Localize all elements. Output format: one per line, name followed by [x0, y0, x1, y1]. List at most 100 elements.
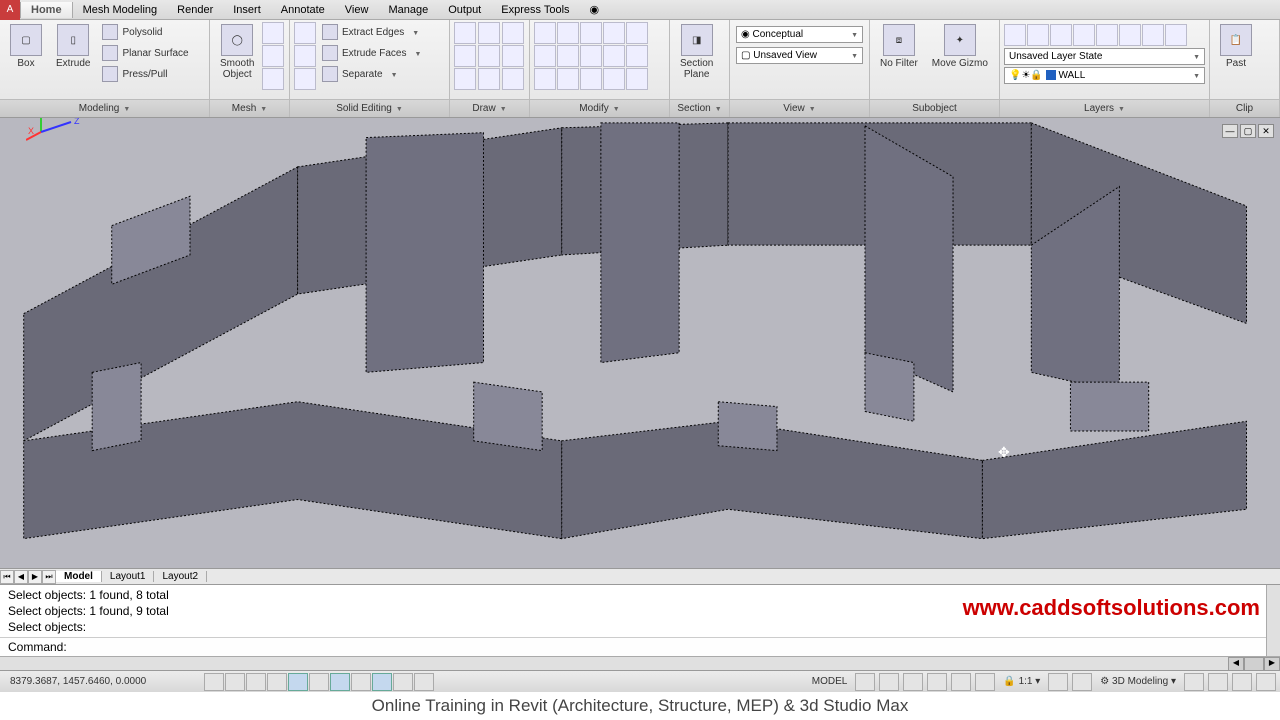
- panel-title-mesh[interactable]: Mesh: [210, 99, 289, 117]
- separate-button[interactable]: Separate: [318, 64, 425, 84]
- align-button[interactable]: [626, 68, 648, 90]
- panel-title-solid-editing[interactable]: Solid Editing: [290, 99, 449, 117]
- tab-extra[interactable]: ◉: [580, 1, 610, 18]
- layer-props-button[interactable]: [1004, 24, 1026, 46]
- chamfer-button[interactable]: [603, 45, 625, 67]
- offset-button[interactable]: [603, 68, 625, 90]
- quick-view-drawings-button[interactable]: [879, 673, 899, 691]
- lwt-toggle[interactable]: [393, 673, 413, 691]
- layer-prev-button[interactable]: [1142, 24, 1164, 46]
- section-plane-button[interactable]: ◨ Section Plane: [674, 22, 719, 82]
- layout-tab-layout2[interactable]: Layout2: [154, 571, 207, 582]
- annotation-visibility-button[interactable]: [1048, 673, 1068, 691]
- annotation-scale-label[interactable]: 🔒 1:1 ▾: [999, 676, 1044, 687]
- layer-current-dropdown[interactable]: 💡☀🔒 WALL: [1004, 67, 1205, 84]
- command-input-row[interactable]: Command:: [0, 637, 1280, 656]
- saved-view-dropdown[interactable]: ▢ Unsaved View: [736, 47, 863, 64]
- subtract-button[interactable]: [294, 45, 316, 67]
- mesh-btn-2[interactable]: [262, 45, 284, 67]
- isolate-objects-button[interactable]: [1232, 673, 1252, 691]
- union-button[interactable]: [294, 22, 316, 44]
- tab-render[interactable]: Render: [167, 2, 223, 18]
- layout-last-button[interactable]: ⏭: [42, 570, 56, 584]
- copy-button[interactable]: [534, 45, 556, 67]
- extract-edges-button[interactable]: Extract Edges: [318, 22, 425, 42]
- ducs-toggle[interactable]: [351, 673, 371, 691]
- array-button[interactable]: [580, 68, 602, 90]
- tab-home[interactable]: Home: [20, 2, 73, 18]
- no-filter-button[interactable]: ⧈ No Filter: [874, 22, 924, 71]
- scroll-thumb[interactable]: [1244, 657, 1264, 671]
- polysolid-button[interactable]: Polysolid: [98, 22, 192, 42]
- steering-wheel-button[interactable]: [951, 673, 971, 691]
- press-pull-button[interactable]: Press/Pull: [98, 64, 192, 84]
- layout-first-button[interactable]: ⏮: [0, 570, 14, 584]
- stretch-button[interactable]: [534, 68, 556, 90]
- smooth-object-button[interactable]: ◯ Smooth Object: [214, 22, 260, 82]
- otrack-toggle[interactable]: [330, 673, 350, 691]
- grid-toggle[interactable]: [225, 673, 245, 691]
- layer-off-button[interactable]: [1073, 24, 1095, 46]
- mesh-btn-1[interactable]: [262, 22, 284, 44]
- layer-freeze-button[interactable]: [1027, 24, 1049, 46]
- tab-express-tools[interactable]: Express Tools: [491, 2, 579, 18]
- panel-title-modeling[interactable]: Modeling: [0, 99, 209, 117]
- line-button[interactable]: [454, 22, 476, 44]
- paste-button[interactable]: 📋 Past: [1214, 22, 1258, 71]
- tab-insert[interactable]: Insert: [223, 2, 271, 18]
- showmotion-button[interactable]: [975, 673, 995, 691]
- panel-title-section[interactable]: Section: [670, 99, 729, 117]
- layout-next-button[interactable]: ▶: [28, 570, 42, 584]
- rect-button[interactable]: [454, 68, 476, 90]
- polar-toggle[interactable]: [267, 673, 287, 691]
- scroll-left-button[interactable]: ◀: [1228, 657, 1244, 671]
- visual-style-dropdown[interactable]: ◉ Conceptual: [736, 26, 863, 43]
- scale-button[interactable]: [557, 68, 579, 90]
- quick-view-layouts-button[interactable]: [855, 673, 875, 691]
- box-button[interactable]: ▢ Box: [4, 22, 48, 71]
- viewport-3d[interactable]: — ▢ ✕ ✥ Y Z X: [0, 118, 1280, 568]
- extend-button[interactable]: [603, 22, 625, 44]
- tab-view[interactable]: View: [335, 2, 379, 18]
- extrude-button[interactable]: ▯ Extrude: [50, 22, 96, 71]
- zoom-button[interactable]: [927, 673, 947, 691]
- workspace-switching[interactable]: ⚙ 3D Modeling ▾: [1096, 676, 1180, 687]
- extrude-faces-button[interactable]: Extrude Faces: [318, 43, 425, 63]
- panel-title-layers[interactable]: Layers: [1000, 99, 1209, 117]
- move-gizmo-button[interactable]: ✦ Move Gizmo: [926, 22, 994, 71]
- toolbar-lock-button[interactable]: [1184, 673, 1204, 691]
- point-button[interactable]: [502, 45, 524, 67]
- layout-tab-model[interactable]: Model: [56, 571, 102, 582]
- scroll-right-button[interactable]: ▶: [1264, 657, 1280, 671]
- intersect-button[interactable]: [294, 68, 316, 90]
- arc-button[interactable]: [478, 22, 500, 44]
- layout-prev-button[interactable]: ◀: [14, 570, 28, 584]
- layer-state-dropdown[interactable]: Unsaved Layer State: [1004, 48, 1205, 65]
- panel-title-modify[interactable]: Modify: [530, 99, 669, 117]
- layer-match-button[interactable]: [1119, 24, 1141, 46]
- layer-more-button[interactable]: [1165, 24, 1187, 46]
- osnap-toggle[interactable]: [288, 673, 308, 691]
- tpy-toggle[interactable]: [414, 673, 434, 691]
- 3dosnap-toggle[interactable]: [309, 673, 329, 691]
- tab-manage[interactable]: Manage: [378, 2, 438, 18]
- hardware-accel-button[interactable]: [1208, 673, 1228, 691]
- model-space-label[interactable]: MODEL: [808, 676, 852, 687]
- ellipse-button[interactable]: [478, 68, 500, 90]
- panel-title-draw[interactable]: Draw: [450, 99, 529, 117]
- layout-tab-layout1[interactable]: Layout1: [102, 571, 155, 582]
- rotate-button[interactable]: [557, 22, 579, 44]
- erase-button[interactable]: [626, 22, 648, 44]
- hatch-button[interactable]: [502, 68, 524, 90]
- layer-iso-button[interactable]: [1096, 24, 1118, 46]
- move-button[interactable]: [534, 22, 556, 44]
- command-scrollbar-v[interactable]: [1266, 585, 1280, 656]
- planar-surface-button[interactable]: Planar Surface: [98, 43, 192, 63]
- layer-lock-button[interactable]: [1050, 24, 1072, 46]
- tab-mesh-modeling[interactable]: Mesh Modeling: [73, 2, 168, 18]
- spline-button[interactable]: [502, 22, 524, 44]
- mirror-button[interactable]: [557, 45, 579, 67]
- panel-title-view[interactable]: View: [730, 99, 869, 117]
- tab-output[interactable]: Output: [438, 2, 491, 18]
- command-scrollbar-h[interactable]: ◀ ▶: [0, 656, 1280, 670]
